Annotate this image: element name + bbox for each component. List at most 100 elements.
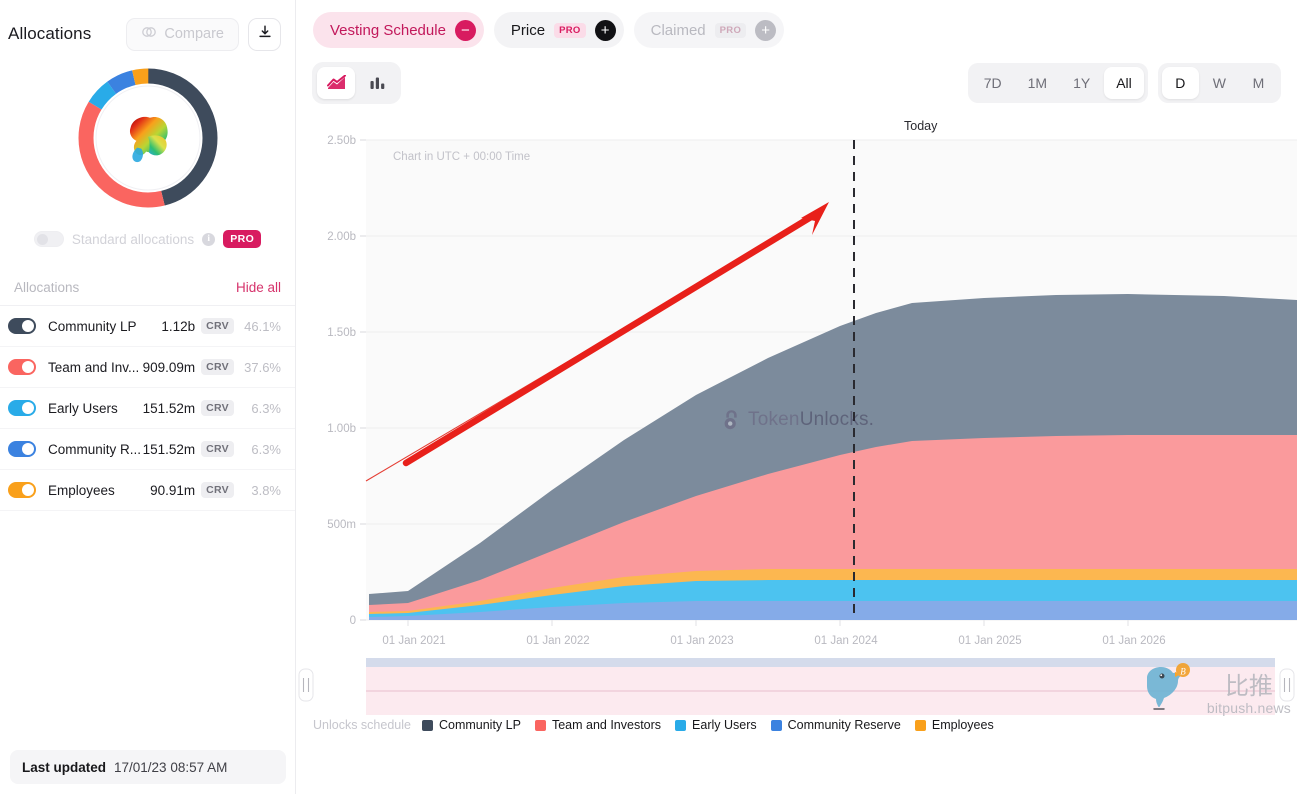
allocation-toggle[interactable]	[8, 441, 36, 457]
legend-item[interactable]: Community Reserve	[771, 718, 901, 732]
compare-button[interactable]: Compare	[126, 18, 239, 51]
area-chart-icon[interactable]	[317, 67, 355, 99]
interval-selector: D W M	[1158, 63, 1281, 103]
allocation-toggle[interactable]	[8, 482, 36, 498]
chart-type-switcher	[312, 62, 401, 104]
pro-badge: PRO	[554, 23, 586, 38]
legend-label: Team and Investors	[552, 718, 661, 732]
legend-label: Community Reserve	[788, 718, 901, 732]
allocation-percent: 6.3%	[241, 442, 281, 457]
allocation-token: CRV	[201, 441, 234, 457]
legend-swatch	[675, 720, 686, 731]
plus-icon[interactable]: +	[595, 20, 616, 41]
bar-chart-icon[interactable]	[358, 67, 396, 99]
standard-allocations-row: Standard allocations i PRO	[0, 230, 295, 248]
chart-tabs: Vesting Schedule − Price PRO + Claimed P…	[296, 0, 1297, 48]
bitpush-cn-name: 比推	[1225, 674, 1273, 698]
tab-vesting-schedule[interactable]: Vesting Schedule −	[313, 12, 484, 48]
range-all[interactable]: All	[1104, 67, 1144, 99]
allocation-name: Employees	[48, 483, 150, 498]
legend-item[interactable]: Employees	[915, 718, 994, 732]
y-tick-label: 2.50b	[327, 135, 356, 147]
allocations-list-header: Allocations Hide all	[0, 270, 295, 306]
compare-circles-icon	[141, 24, 157, 44]
sidebar-header: Allocations Compare	[0, 0, 295, 54]
legend-label: Early Users	[692, 718, 757, 732]
download-icon	[257, 24, 273, 45]
allocations-donut-wrap	[0, 58, 295, 218]
legend-item[interactable]: Community LP	[422, 718, 521, 732]
bitpush-text: 比推 bitpush.news	[1207, 674, 1291, 716]
allocation-name: Team and Inv...	[48, 360, 143, 375]
tab-claimed[interactable]: Claimed PRO +	[634, 12, 785, 48]
info-icon[interactable]: i	[202, 233, 215, 246]
allocation-amount: 151.52m	[143, 442, 196, 457]
list-item[interactable]: Employees 90.91m CRV 3.8%	[0, 470, 295, 511]
interval-m[interactable]: M	[1240, 67, 1277, 99]
allocation-toggle[interactable]	[8, 318, 36, 334]
minus-icon[interactable]: −	[455, 20, 476, 41]
plus-icon[interactable]: +	[755, 20, 776, 41]
bitpush-watermark: B 比推 bitpush.news	[1141, 662, 1291, 716]
last-updated-label: Last updated	[22, 760, 106, 775]
legend-item[interactable]: Early Users	[675, 718, 757, 732]
legend-swatch	[422, 720, 433, 731]
y-tick-label: 2.00b	[327, 231, 356, 243]
allocations-donut-chart	[75, 65, 221, 211]
range-1m[interactable]: 1M	[1016, 67, 1059, 99]
allocation-toggle[interactable]	[8, 359, 36, 375]
interval-d[interactable]: D	[1162, 67, 1199, 99]
allocation-percent: 46.1%	[241, 319, 281, 334]
x-tick-label: 01 Jan 2026	[1102, 635, 1165, 647]
tab-price[interactable]: Price PRO +	[494, 12, 624, 48]
allocation-amount: 151.52m	[143, 401, 196, 416]
standard-allocations-toggle[interactable]	[34, 231, 64, 247]
allocation-token: CRV	[201, 400, 234, 416]
bird-icon: B	[1141, 662, 1203, 716]
allocation-amount: 1.12b	[161, 319, 195, 334]
allocation-percent: 6.3%	[241, 401, 281, 416]
chart-legend: Unlocks schedule Community LP Team and I…	[313, 718, 1001, 732]
x-tick-label: 01 Jan 2024	[814, 635, 878, 647]
allocation-name: Community R...	[48, 442, 143, 457]
allocations-sidebar: Allocations Compare	[0, 0, 296, 794]
app-root: Allocations Compare	[0, 0, 1297, 794]
y-tick-label: 500m	[327, 519, 356, 531]
watermark-text: TokenUnlocks.	[748, 409, 874, 431]
vesting-schedule-chart[interactable]: 2.50b 2.00b 1.50b 1.00b 500m 0	[296, 118, 1297, 738]
time-controls: 7D 1M 1Y All D W M	[968, 63, 1281, 103]
allocation-percent: 3.8%	[241, 483, 281, 498]
allocation-toggle[interactable]	[8, 400, 36, 416]
legend-swatch	[771, 720, 782, 731]
allocation-token: CRV	[201, 482, 234, 498]
chart-utc-note: Chart in UTC + 00:00 Time	[393, 151, 530, 163]
y-tick-label: 1.00b	[327, 423, 356, 435]
list-item[interactable]: Early Users 151.52m CRV 6.3%	[0, 388, 295, 429]
bitpush-site: bitpush.news	[1207, 700, 1291, 716]
interval-w[interactable]: W	[1201, 67, 1238, 99]
range-7d[interactable]: 7D	[972, 67, 1014, 99]
compare-label: Compare	[164, 26, 224, 42]
legend-item[interactable]: Team and Investors	[535, 718, 661, 732]
main-panel: Vesting Schedule − Price PRO + Claimed P…	[296, 0, 1297, 794]
range-selector: 7D 1M 1Y All	[968, 63, 1148, 103]
y-tick-label: 1.50b	[327, 327, 356, 339]
hide-all-button[interactable]: Hide all	[236, 280, 281, 295]
range-1y[interactable]: 1Y	[1061, 67, 1102, 99]
x-tick-label: 01 Jan 2022	[526, 635, 589, 647]
list-item[interactable]: Community R... 151.52m CRV 6.3%	[0, 429, 295, 470]
list-item[interactable]: Team and Inv... 909.09m CRV 37.6%	[0, 347, 295, 388]
tab-label: Price	[511, 22, 545, 39]
x-tick-label: 01 Jan 2021	[382, 635, 445, 647]
allocation-name: Early Users	[48, 401, 143, 416]
download-button[interactable]	[248, 18, 281, 51]
lock-icon	[721, 408, 742, 431]
legend-label: Employees	[932, 718, 994, 732]
allocation-percent: 37.6%	[241, 360, 281, 375]
allocations-list: Community LP 1.12b CRV 46.1% Team and In…	[0, 306, 295, 511]
allocation-amount: 909.09m	[143, 360, 196, 375]
last-updated-value: 17/01/23 08:57 AM	[114, 760, 227, 775]
list-item[interactable]: Community LP 1.12b CRV 46.1%	[0, 306, 295, 347]
brain-logo-icon	[119, 112, 177, 164]
tab-label: Vesting Schedule	[330, 22, 446, 39]
